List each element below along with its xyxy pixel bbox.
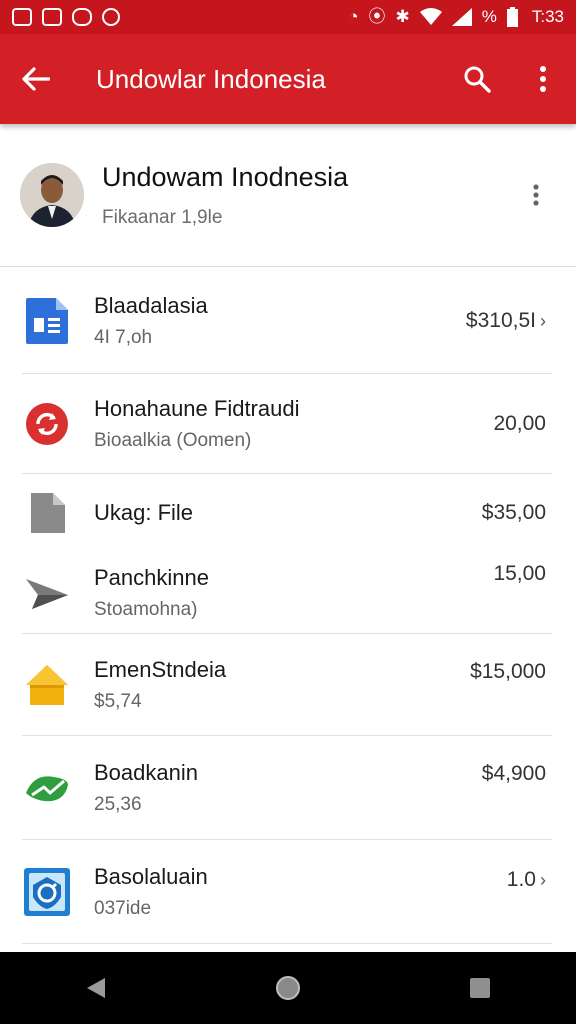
amount-value: 15,00 (493, 562, 546, 585)
chevron-right-icon: › (540, 869, 546, 890)
system-icons: ◔ ⦿ ✱ % T:33 (348, 7, 564, 27)
list-item-title: Boadkanin (94, 760, 198, 785)
document-icon (22, 296, 72, 346)
list-item-amount: 20,00 (493, 412, 546, 436)
nav-home-button[interactable] (258, 958, 318, 1018)
list-item-subtitle: 4I 7,oh (94, 327, 153, 348)
list-item-text: Honahaune Fidtraudi Bioaalkia (Oomen) (94, 396, 493, 452)
amount-value: $310,5I (465, 309, 536, 332)
list-item-amount: $4,900 (482, 762, 546, 786)
list-item-subtitle: Stoamohna) (94, 599, 198, 620)
list-item-text: Blaadalasia 4I 7,oh (94, 293, 466, 349)
list-item[interactable]: Honahaune Fidtraudi Bioaalkia (Oomen) 20… (0, 374, 576, 474)
mail-notification-icon (42, 8, 62, 26)
amount-value: $4,900 (481, 762, 546, 785)
amount-value: 20,00 (493, 412, 546, 435)
nav-back-icon (87, 978, 105, 998)
list-item[interactable]: Blaadalasia 4I 7,oh $310,5I › (0, 268, 576, 374)
list-item-title: Basolaluain (94, 864, 208, 889)
more-vert-icon (533, 184, 539, 206)
profile-name: Undowam Inodnesia (102, 161, 349, 192)
list-item-text: Basolaluain 037ide (94, 864, 507, 920)
battery-percent: % (481, 7, 497, 26)
list-item-amount: $35,00 (482, 501, 546, 525)
list-item[interactable]: EmenStndeia $5,74 $15,000 (0, 634, 576, 736)
location-icon: ⦿ (368, 7, 386, 26)
file-icon (22, 488, 72, 538)
back-arrow-icon (22, 67, 50, 91)
transaction-list: Blaadalasia 4I 7,oh $310,5I › Honahaune … (0, 268, 576, 944)
send-icon (22, 568, 72, 618)
search-button[interactable] (444, 34, 510, 124)
nav-recents-icon (470, 978, 490, 998)
profile-text: Undowam Inodnesia Fikaanar 1,9le (102, 162, 496, 229)
signal-icon (451, 8, 472, 26)
list-item[interactable]: Basolaluain 037ide 1.0 › (0, 840, 576, 944)
nav-recents-button[interactable] (450, 958, 510, 1018)
amount-value: 1.0 (506, 868, 536, 891)
amount-value: $35,00 (481, 501, 546, 524)
list-item-subtitle: Bioaalkia (Oomen) (94, 430, 252, 451)
vibrate-icon: ✱ (395, 7, 410, 26)
list-item-text: Ukag: File (94, 500, 482, 526)
list-item[interactable]: Boadkanin 25,36 $4,900 (0, 736, 576, 840)
sync-circle-icon (22, 399, 72, 449)
home-icon (22, 660, 72, 710)
alarm-icon: ◔ (348, 7, 359, 26)
list-item-title: Panchkinne (94, 565, 209, 590)
more-vert-icon (540, 66, 546, 92)
profile-subtitle: Fikaanar 1,9le (102, 206, 223, 228)
system-nav-bar (0, 952, 576, 1024)
chat-notification-icon (72, 8, 92, 26)
search-icon (464, 66, 491, 93)
list-item-amount: 1.0 › (507, 868, 546, 892)
list-item-title: EmenStndeia (94, 657, 227, 682)
list-item-amount: $310,5I › (466, 309, 546, 333)
list-item-amount: 15,00 (493, 562, 546, 586)
badge-icon (22, 867, 72, 917)
list-item[interactable]: Panchkinne Stoamohna) 15,00 (0, 552, 576, 634)
list-item-title: Ukag: File (94, 500, 194, 525)
image-notification-icon (12, 8, 32, 26)
vpn-notification-icon (102, 8, 120, 26)
status-bar: ◔ ⦿ ✱ % T:33 (0, 0, 576, 34)
app-title: Undowlar Indonesia (96, 63, 326, 94)
profile-more-button[interactable] (496, 145, 576, 245)
profile-header[interactable]: Undowam Inodnesia Fikaanar 1,9le (0, 124, 576, 267)
chevron-right-icon: › (540, 310, 546, 331)
list-item-text: EmenStndeia $5,74 (94, 657, 470, 713)
avatar (20, 163, 84, 227)
list-item-title: Honahaune Fidtraudi (94, 396, 300, 421)
list-item-subtitle: 037ide (94, 898, 152, 919)
list-item-subtitle: 25,36 (94, 794, 142, 815)
back-button[interactable] (0, 34, 72, 124)
leaf-icon (22, 763, 72, 813)
list-item-amount: $15,000 (470, 660, 546, 684)
wifi-icon (419, 8, 442, 25)
notification-icons (12, 8, 120, 26)
amount-value: $15,000 (470, 660, 546, 683)
nav-home-icon (276, 976, 300, 1000)
app-bar: Undowlar Indonesia (0, 34, 576, 124)
nav-back-button[interactable] (66, 958, 126, 1018)
list-item-text: Panchkinne Stoamohna) (94, 565, 493, 621)
overflow-menu-button[interactable] (510, 34, 576, 124)
status-time: T:33 (531, 7, 564, 26)
list-item-text: Boadkanin 25,36 (94, 760, 482, 816)
list-item-subtitle: $5,74 (94, 691, 142, 712)
battery-icon (506, 7, 518, 27)
list-item[interactable]: Ukag: File $35,00 (0, 474, 576, 552)
list-item-title: Blaadalasia (94, 293, 208, 318)
